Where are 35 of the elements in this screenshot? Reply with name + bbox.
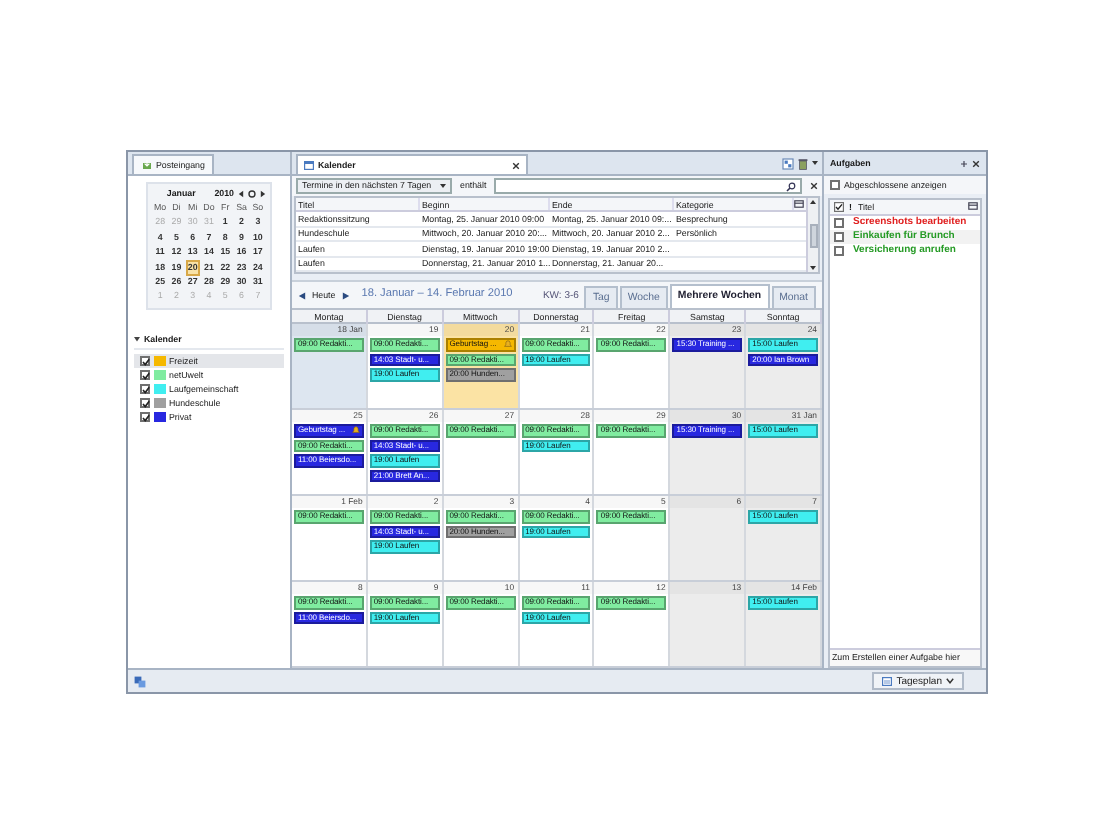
- checkbox[interactable]: [140, 398, 150, 409]
- scrollbar[interactable]: [806, 198, 818, 272]
- checkbox[interactable]: [830, 180, 840, 190]
- online-status-icon[interactable]: [134, 675, 146, 687]
- delete-icon[interactable]: [798, 157, 808, 169]
- inbox-icon: [142, 160, 152, 170]
- checkbox[interactable]: [140, 412, 150, 423]
- completed-column-icon[interactable]: [833, 201, 843, 212]
- layout-icon[interactable]: [782, 157, 794, 169]
- next-month-icon[interactable]: [260, 189, 266, 197]
- column-picker-icon[interactable]: [967, 202, 977, 211]
- checkbox[interactable]: [140, 384, 150, 395]
- checkbox[interactable]: [833, 231, 843, 241]
- today-icon[interactable]: [248, 189, 256, 197]
- prev-month-icon[interactable]: [238, 189, 244, 197]
- dropdown-arrow-icon[interactable]: [812, 160, 818, 166]
- search-field[interactable]: [494, 178, 802, 194]
- collapse-icon[interactable]: [134, 335, 140, 342]
- column-picker-icon[interactable]: [794, 200, 804, 209]
- calendar-icon: [304, 160, 314, 170]
- calendar-icon: [882, 676, 893, 686]
- previous-icon[interactable]: [298, 291, 306, 299]
- scroll-down-icon[interactable]: [810, 266, 816, 270]
- checkbox[interactable]: [833, 217, 843, 227]
- caret-icon: [946, 678, 954, 684]
- close-icon[interactable]: [512, 161, 520, 169]
- next-icon[interactable]: [341, 291, 350, 299]
- caret-icon: [440, 184, 446, 188]
- search-icon[interactable]: [786, 181, 796, 191]
- close-icon[interactable]: [810, 182, 818, 190]
- checkbox[interactable]: [833, 245, 843, 255]
- close-icon[interactable]: [972, 159, 980, 167]
- scroll-up-icon[interactable]: [810, 200, 816, 204]
- checkbox[interactable]: [140, 370, 150, 381]
- checkbox[interactable]: [140, 356, 150, 367]
